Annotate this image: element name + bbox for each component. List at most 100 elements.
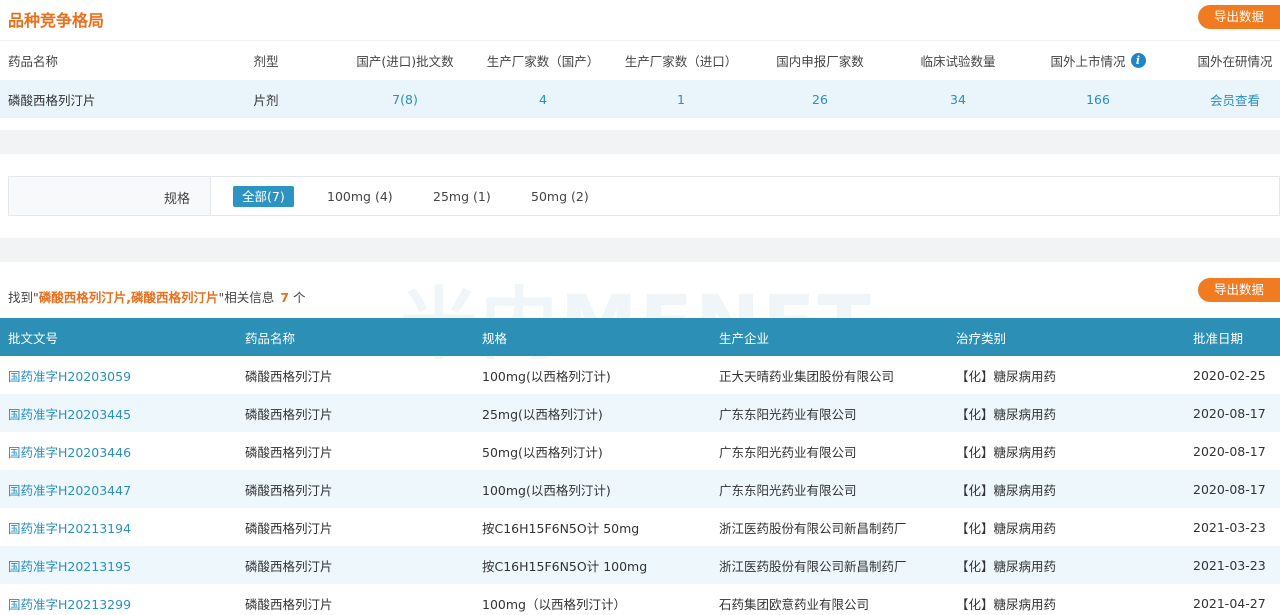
cell-drug-name: 磷酸西格列汀片 xyxy=(245,368,333,384)
summary-header-form: 剂型 xyxy=(253,54,279,69)
cell-category: 【化】糖尿病用药 xyxy=(956,368,1057,384)
cell-approval-date: 2020-08-17 xyxy=(1193,481,1266,497)
summary-cell-approvals[interactable]: 7(8) xyxy=(335,80,475,118)
approval-table-body: 国药准字H20203059 磷酸西格列汀片 100mg(以西格列汀计) 正大天晴药业集… xyxy=(0,356,1280,615)
col-category[interactable]: 治疗类别 xyxy=(956,318,1006,356)
cell-approval-date: 2020-02-25 xyxy=(1193,367,1266,383)
cell-manufacturer: 广东东阳光药业有限公司 xyxy=(719,482,857,498)
summary-cell-name: 磷酸西格列汀片 xyxy=(8,92,96,108)
col-approval-date[interactable]: 批准日期 xyxy=(1193,318,1243,356)
cell-category: 【化】糖尿病用药 xyxy=(956,520,1057,536)
summary-cell-domestic-makers[interactable]: 4 xyxy=(474,80,612,118)
section-header: 品种竞争格局 导出数据 xyxy=(0,0,1280,36)
cell-drug-name: 磷酸西格列汀片 xyxy=(245,482,333,498)
info-icon[interactable]: i xyxy=(1130,53,1146,68)
table-row: 国药准字H20213195 磷酸西格列汀片 按C16H15F6N5O计 100mg 浙… xyxy=(0,546,1280,584)
cell-spec: 按C16H15F6N5O计 100mg xyxy=(482,558,648,574)
cell-category: 【化】糖尿病用药 xyxy=(956,596,1057,612)
export-button-summary[interactable]: 导出数据 xyxy=(1198,5,1280,29)
filter-chip-50mg[interactable]: 50mg (2) xyxy=(531,186,589,207)
cell-category: 【化】糖尿病用药 xyxy=(956,482,1057,498)
filter-chip-25mg[interactable]: 25mg (1) xyxy=(433,186,491,207)
col-spec[interactable]: 规格 xyxy=(482,318,507,356)
spec-filter-bar: 规格 全部(7) 100mg (4) 25mg (1) 50mg (2) xyxy=(8,176,1280,216)
section-divider xyxy=(0,238,1280,262)
cell-spec: 50mg(以西格列汀计) xyxy=(482,444,603,460)
cell-spec: 按C16H15F6N5O计 50mg xyxy=(482,520,640,536)
cell-spec: 100mg(以西格列汀计) xyxy=(482,482,611,498)
summary-header-approvals: 国产(进口)批文数 xyxy=(356,54,454,69)
result-suffix: 个 xyxy=(292,290,306,305)
result-count: 7 xyxy=(280,290,289,305)
summary-header-overseas-rd: 国外在研情况 xyxy=(1197,54,1273,69)
cell-drug-name: 磷酸西格列汀片 xyxy=(245,520,333,536)
cell-category: 【化】糖尿病用药 xyxy=(956,558,1057,574)
cell-category: 【化】糖尿病用药 xyxy=(956,406,1057,422)
cell-approval-no[interactable]: 国药准字H20203059 xyxy=(8,356,131,394)
summary-header-overseas-market: 国外上市情况 i xyxy=(1030,41,1166,80)
table-row: 国药准字H20203059 磷酸西格列汀片 100mg(以西格列汀计) 正大天晴药业集… xyxy=(0,356,1280,394)
cell-approval-no[interactable]: 国药准字H20213194 xyxy=(8,508,131,546)
cell-spec: 100mg（以西格列汀计） xyxy=(482,596,626,612)
approval-table-header: 批文文号 药品名称 规格 生产企业 治疗类别 批准日期 xyxy=(0,318,1280,356)
cell-approval-date: 2021-03-23 xyxy=(1193,557,1266,573)
cell-approval-no[interactable]: 国药准字H20213195 xyxy=(8,546,131,584)
summary-header-name: 药品名称 xyxy=(8,54,59,69)
summary-cell-trials[interactable]: 34 xyxy=(890,80,1026,118)
summary-data-row: 磷酸西格列汀片 片剂 7(8) 4 1 26 34 166 会员查看 xyxy=(0,80,1280,118)
cell-spec: 25mg(以西格列汀计) xyxy=(482,406,603,422)
col-approval-no[interactable]: 批文文号 xyxy=(8,318,58,356)
cell-manufacturer: 石药集团欧意药业有限公司 xyxy=(719,596,870,612)
table-row: 国药准字H20203447 磷酸西格列汀片 100mg(以西格列汀计) 广东东阳光药业… xyxy=(0,470,1280,508)
cell-manufacturer: 广东东阳光药业有限公司 xyxy=(719,444,857,460)
summary-header-applicants: 国内申报厂家数 xyxy=(776,54,864,69)
cell-drug-name: 磷酸西格列汀片 xyxy=(245,406,333,422)
col-manufacturer[interactable]: 生产企业 xyxy=(719,318,769,356)
cell-spec: 100mg(以西格列汀计) xyxy=(482,368,611,384)
summary-header-domestic-makers: 生产厂家数（国产） xyxy=(486,54,600,69)
col-drug-name[interactable]: 药品名称 xyxy=(245,318,295,356)
summary-cell-applicants[interactable]: 26 xyxy=(750,80,890,118)
table-row: 国药准字H20213194 磷酸西格列汀片 按C16H15F6N5O计 50mg 浙江… xyxy=(0,508,1280,546)
summary-header-row: 药品名称 剂型 国产(进口)批文数 生产厂家数（国产） 生产厂家数（进口） 国内… xyxy=(0,40,1280,80)
result-middle: "相关信息 xyxy=(218,290,275,305)
summary-header-import-makers: 生产厂家数（进口） xyxy=(624,54,738,69)
cell-drug-name: 磷酸西格列汀片 xyxy=(245,558,333,574)
cell-approval-date: 2021-04-27 xyxy=(1193,595,1266,611)
summary-table: 药品名称 剂型 国产(进口)批文数 生产厂家数（国产） 生产厂家数（进口） 国内… xyxy=(0,40,1280,118)
member-view-link[interactable]: 会员查看 xyxy=(1180,80,1280,118)
summary-cell-overseas-market[interactable]: 166 xyxy=(1030,80,1166,118)
cell-manufacturer: 浙江医药股份有限公司新昌制药厂 xyxy=(719,520,907,536)
cell-category: 【化】糖尿病用药 xyxy=(956,444,1057,460)
filter-label: 规格 xyxy=(164,192,191,207)
export-button-list[interactable]: 导出数据 xyxy=(1198,278,1280,302)
table-row: 国药准字H20213299 磷酸西格列汀片 100mg（以西格列汀计） 石药集团欧意药… xyxy=(0,584,1280,615)
summary-header-overseas-market-label: 国外上市情况 xyxy=(1050,54,1126,69)
summary-cell-import-makers[interactable]: 1 xyxy=(612,80,750,118)
cell-approval-no[interactable]: 国药准字H20203445 xyxy=(8,394,131,432)
cell-approval-no[interactable]: 国药准字H20203446 xyxy=(8,432,131,470)
result-summary: 找到"磷酸西格列汀片,磷酸西格列汀片"相关信息 7 个 xyxy=(8,287,305,306)
cell-manufacturer: 浙江医药股份有限公司新昌制药厂 xyxy=(719,558,907,574)
cell-approval-date: 2020-08-17 xyxy=(1193,405,1266,421)
filter-chip-100mg[interactable]: 100mg (4) xyxy=(327,186,393,207)
result-keyword: 磷酸西格列汀片,磷酸西格列汀片 xyxy=(38,290,219,305)
approval-table: 批文文号 药品名称 规格 生产企业 治疗类别 批准日期 国药准字H2020305… xyxy=(0,318,1280,615)
cell-manufacturer: 正大天晴药业集团股份有限公司 xyxy=(719,368,895,384)
cell-drug-name: 磷酸西格列汀片 xyxy=(245,444,333,460)
cell-approval-no[interactable]: 国药准字H20213299 xyxy=(8,584,131,615)
section-divider xyxy=(0,130,1280,154)
section-title: 品种竞争格局 xyxy=(8,11,105,30)
summary-header-trials: 临床试验数量 xyxy=(920,54,996,69)
filter-label-box: 规格 xyxy=(9,177,211,215)
cell-drug-name: 磷酸西格列汀片 xyxy=(245,596,333,612)
summary-cell-form: 片剂 xyxy=(253,92,279,108)
table-row: 国药准字H20203446 磷酸西格列汀片 50mg(以西格列汀计) 广东东阳光药业有… xyxy=(0,432,1280,470)
cell-approval-date: 2020-08-17 xyxy=(1193,443,1266,459)
cell-approval-no[interactable]: 国药准字H20203447 xyxy=(8,470,131,508)
cell-manufacturer: 广东东阳光药业有限公司 xyxy=(719,406,857,422)
cell-approval-date: 2021-03-23 xyxy=(1193,519,1266,535)
table-row: 国药准字H20203445 磷酸西格列汀片 25mg(以西格列汀计) 广东东阳光药业有… xyxy=(0,394,1280,432)
filter-chip-all[interactable]: 全部(7) xyxy=(233,186,294,207)
page: 品种竞争格局 导出数据 药品名称 剂型 国产(进口)批文数 生产厂家数（国产） … xyxy=(0,0,1280,615)
